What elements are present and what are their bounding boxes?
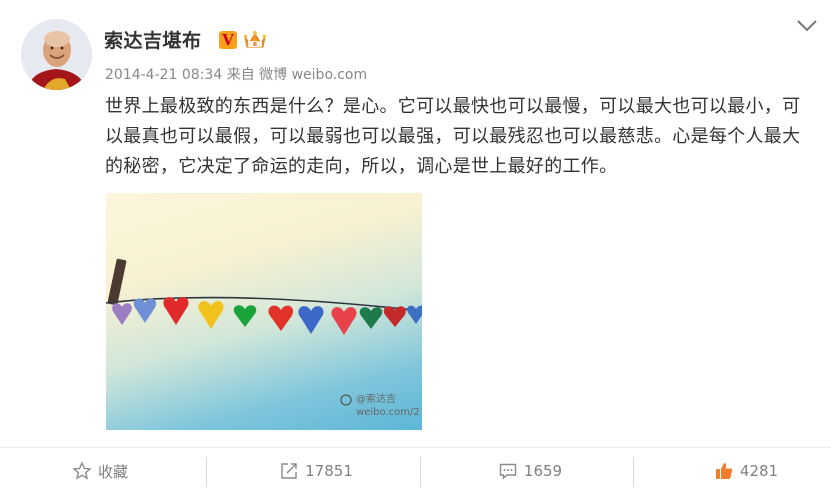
chevron-down-icon[interactable] [796,18,818,32]
like-count: 4281 [739,462,779,480]
avatar[interactable] [21,19,92,90]
favorite-button[interactable]: 收藏 [40,448,160,494]
repost-count: 17851 [305,462,353,480]
action-separator [633,457,634,487]
like-button[interactable]: 4281 [686,448,806,494]
watermark-handle: @索达吉 [356,394,396,405]
repost-icon [281,463,297,479]
thumbs-up-icon [715,463,733,479]
watermark-url: weibo.com/2 [356,407,420,418]
post-source[interactable]: 微博 weibo.com [259,67,367,83]
comment-button[interactable]: 1659 [470,448,590,494]
action-separator [420,457,421,487]
post-text: 世界上最极致的东西是什么？是心。它可以最快也可以最慢，可以最大也可以最小，可以最… [105,96,801,177]
favorite-label: 收藏 [97,462,128,481]
comment-icon [499,463,517,480]
image-watermark: @索达吉 weibo.com/2 [356,393,420,419]
star-icon [72,461,92,480]
action-separator [206,457,207,487]
vip-crown-icon[interactable]: 6 [243,29,267,51]
repost-button[interactable]: 17851 [256,448,376,494]
svg-text:6: 6 [253,42,257,48]
post-image[interactable]: @索达吉 weibo.com/2 [106,193,422,430]
post-timestamp[interactable]: 2014-4-21 08:34 [105,67,222,83]
author-name[interactable]: 索达吉堪布 [104,26,202,53]
post-meta: 2014-4-21 08:34 来自 微博 weibo.com [105,64,367,84]
comment-count: 1659 [523,462,563,480]
verified-badge-icon[interactable]: V [219,31,237,49]
source-prefix: 来自 [226,67,255,83]
